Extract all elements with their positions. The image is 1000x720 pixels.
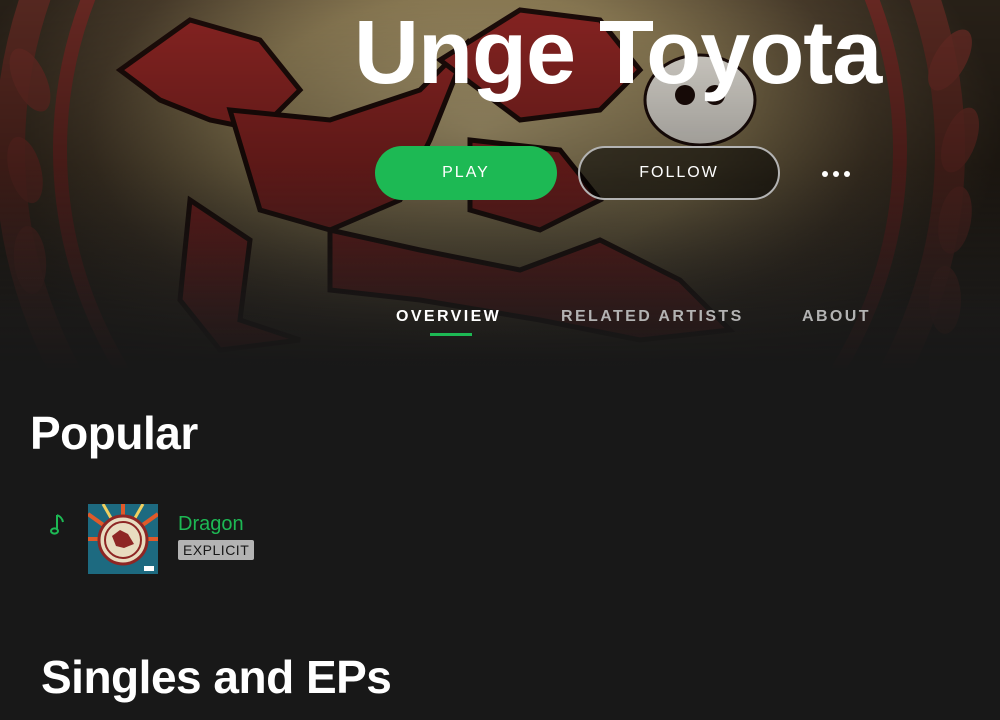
popular-section-title: Popular xyxy=(30,407,198,459)
follow-button[interactable]: FOLLOW xyxy=(578,146,780,200)
more-dot-icon xyxy=(822,171,828,177)
music-note-icon xyxy=(50,514,64,535)
track-cover-art[interactable] xyxy=(88,504,158,574)
tab-about[interactable]: ABOUT xyxy=(802,308,871,326)
artist-tabs: OVERVIEW RELATED ARTISTS ABOUT xyxy=(0,308,1000,348)
track-row[interactable]: Dragon EXPLICIT xyxy=(30,498,630,582)
tab-related-artists[interactable]: RELATED ARTISTS xyxy=(561,308,744,326)
more-dot-icon xyxy=(844,171,850,177)
more-options-button[interactable] xyxy=(812,156,860,192)
artist-name: Unge Toyota xyxy=(354,3,882,103)
play-button[interactable]: PLAY xyxy=(375,146,557,200)
more-dot-icon xyxy=(833,171,839,177)
explicit-badge: EXPLICIT xyxy=(178,540,255,560)
singles-section-title: Singles and EPs xyxy=(41,651,392,703)
active-tab-indicator xyxy=(430,333,472,336)
track-title[interactable]: Dragon xyxy=(178,513,244,536)
tab-overview[interactable]: OVERVIEW xyxy=(396,308,501,326)
